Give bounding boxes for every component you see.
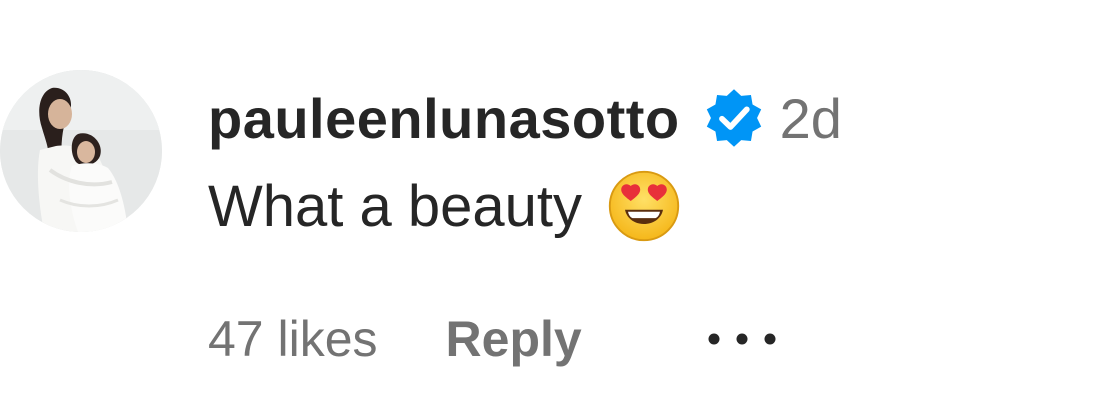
avatar-photo: [0, 70, 162, 232]
comment-footer: 47 likes Reply: [208, 304, 782, 374]
comment: pauleenlunasotto 2d What a beauty 47 lik…: [0, 0, 1120, 412]
likes-count[interactable]: 47 likes: [208, 310, 378, 368]
heart-eyes-emoji-icon: [606, 168, 682, 244]
verified-badge-icon: [702, 86, 766, 150]
timestamp[interactable]: 2d: [780, 86, 842, 151]
reply-button[interactable]: Reply: [446, 310, 582, 368]
avatar[interactable]: [0, 70, 162, 232]
comment-text: What a beauty: [208, 173, 582, 239]
comment-body: What a beauty: [208, 170, 682, 242]
comment-header: pauleenlunasotto 2d: [208, 78, 842, 158]
username-link[interactable]: pauleenlunasotto: [208, 86, 680, 151]
more-options-icon[interactable]: [702, 324, 782, 354]
